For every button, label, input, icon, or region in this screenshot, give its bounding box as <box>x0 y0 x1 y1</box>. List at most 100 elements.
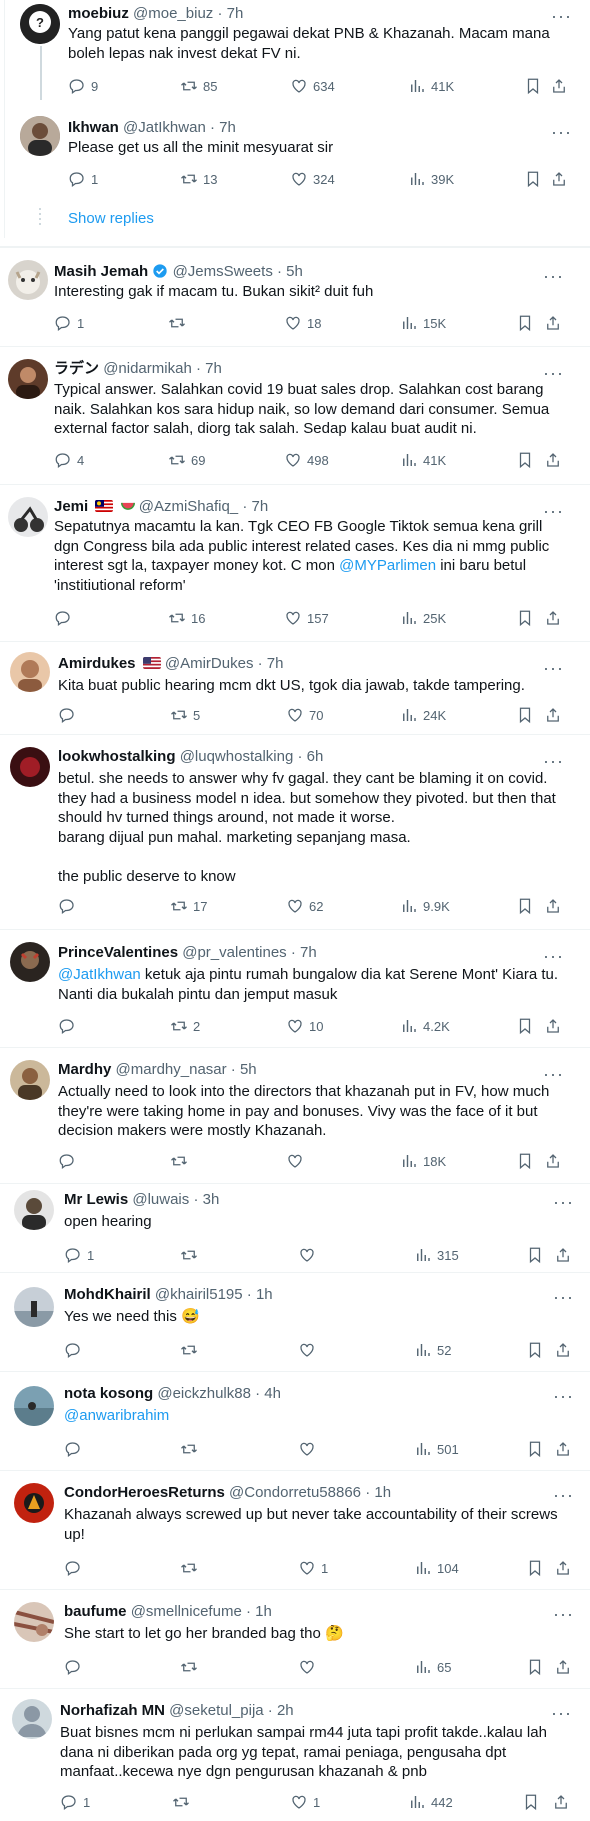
user-handle[interactable]: @Condorretu58866 <box>229 1484 361 1501</box>
avatar[interactable] <box>14 1483 54 1523</box>
reply-button[interactable] <box>64 1658 87 1676</box>
tweet[interactable]: Mardhy @mardhy_nasar · 5h ··· Actually n… <box>0 1048 590 1182</box>
timestamp[interactable]: · 7h <box>291 944 317 961</box>
share-button[interactable] <box>554 1440 572 1458</box>
retweet-button[interactable] <box>172 1793 195 1811</box>
views-button[interactable]: 25K <box>400 609 446 627</box>
mention-link[interactable]: @JatIkhwan <box>58 966 141 983</box>
tweet[interactable]: PrinceValentines @pr_valentines · 7h ···… <box>0 930 590 1046</box>
tweet[interactable]: CondorHeroesReturns @Condorretu58866 · 1… <box>0 1471 590 1589</box>
share-button[interactable] <box>554 1341 572 1359</box>
user-handle[interactable]: @JatIkhwan <box>123 119 206 136</box>
views-button[interactable]: 9.9K <box>400 897 450 915</box>
reply-button[interactable] <box>64 1341 87 1359</box>
avatar[interactable] <box>20 116 60 156</box>
display-name[interactable]: CondorHeroesReturns <box>64 1484 225 1501</box>
bookmark-button[interactable] <box>524 77 542 95</box>
reply-button[interactable] <box>54 609 77 627</box>
tweet[interactable]: nota kosong @eickzhulk88 · 4h ··· @anwar… <box>0 1372 590 1470</box>
like-button[interactable]: 70 <box>286 706 323 724</box>
views-button[interactable]: 41K <box>408 77 454 95</box>
reply-button[interactable]: 9 <box>68 77 98 95</box>
bookmark-button[interactable] <box>526 1341 544 1359</box>
bookmark-button[interactable] <box>526 1559 544 1577</box>
display-name[interactable]: Amirdukes <box>58 655 136 672</box>
retweet-button[interactable] <box>180 1440 203 1458</box>
views-button[interactable]: 15K <box>400 314 446 332</box>
tweet[interactable]: ? moebiuz @moe_biuz · 7h ··· Yang patut … <box>0 0 590 100</box>
bookmark-button[interactable] <box>524 170 542 188</box>
share-button[interactable] <box>544 314 562 332</box>
views-button[interactable]: 104 <box>414 1559 459 1577</box>
reply-button[interactable]: 1 <box>68 170 98 188</box>
reply-button[interactable] <box>64 1559 87 1577</box>
timestamp[interactable]: · 3h <box>193 1191 219 1208</box>
like-button[interactable]: 634 <box>290 77 335 95</box>
display-name[interactable]: MohdKhairil <box>64 1286 151 1303</box>
like-button[interactable]: 498 <box>284 451 329 469</box>
reply-button[interactable]: 1 <box>64 1246 94 1264</box>
avatar[interactable] <box>8 497 48 537</box>
tweet[interactable]: Jemi @AzmiShafiq_ · 7h ··· Sepatutnya ma… <box>0 485 590 639</box>
bookmark-button[interactable] <box>516 1152 534 1170</box>
views-button[interactable]: 18K <box>400 1152 446 1170</box>
retweet-button[interactable] <box>180 1246 203 1264</box>
display-name[interactable]: Jemi <box>54 498 88 515</box>
share-button[interactable] <box>544 451 562 469</box>
timestamp[interactable]: · 7h <box>242 498 268 515</box>
bookmark-button[interactable] <box>526 1440 544 1458</box>
avatar[interactable] <box>10 942 50 982</box>
like-button[interactable]: 1 <box>298 1559 328 1577</box>
bookmark-button[interactable] <box>526 1246 544 1264</box>
views-button[interactable]: 52 <box>414 1341 451 1359</box>
like-button[interactable] <box>298 1246 321 1264</box>
reply-button[interactable]: 4 <box>54 451 84 469</box>
share-button[interactable] <box>544 1152 562 1170</box>
display-name[interactable]: nota kosong <box>64 1385 153 1402</box>
reply-button[interactable] <box>58 706 81 724</box>
share-button[interactable] <box>544 897 562 915</box>
avatar[interactable] <box>10 652 50 692</box>
like-button[interactable]: 157 <box>284 609 329 627</box>
tweet[interactable]: baufume @smellnicefume · 1h ··· She star… <box>0 1590 590 1688</box>
display-name[interactable]: PrinceValentines <box>58 944 178 961</box>
reply-button[interactable] <box>64 1440 87 1458</box>
more-options-icon[interactable]: ··· <box>553 1288 574 1306</box>
retweet-button[interactable]: 2 <box>170 1017 200 1035</box>
share-button[interactable] <box>552 1793 570 1811</box>
reply-button[interactable] <box>58 897 81 915</box>
tweet[interactable]: lookwhostalking @luqwhostalking · 6h ···… <box>0 735 590 927</box>
display-name[interactable]: Norhafizah MN <box>60 1702 165 1719</box>
tweet[interactable]: Norhafizah MN @seketul_pija · 2h ··· Bua… <box>0 1689 590 1821</box>
user-handle[interactable]: @AzmiShafiq_ <box>139 498 238 515</box>
views-button[interactable]: 501 <box>414 1440 459 1458</box>
user-handle[interactable]: @moe_biuz <box>133 5 213 22</box>
user-handle[interactable]: @pr_valentines <box>182 944 286 961</box>
tweet[interactable]: Mr Lewis @luwais · 3h ··· open hearing 1… <box>0 1184 590 1274</box>
views-button[interactable]: 24K <box>400 706 446 724</box>
avatar[interactable] <box>10 747 50 787</box>
more-options-icon[interactable]: ··· <box>543 364 564 382</box>
bookmark-button[interactable] <box>526 1658 544 1676</box>
more-options-icon[interactable]: ··· <box>553 1486 574 1504</box>
display-name[interactable]: Ikhwan <box>68 119 119 136</box>
more-options-icon[interactable]: ··· <box>553 1387 574 1405</box>
like-button[interactable] <box>298 1658 321 1676</box>
display-name[interactable]: baufume <box>64 1603 127 1620</box>
avatar[interactable] <box>14 1386 54 1426</box>
share-button[interactable] <box>554 1246 572 1264</box>
display-name[interactable]: Masih Jemah <box>54 263 148 280</box>
user-handle[interactable]: @seketul_pija <box>169 1702 263 1719</box>
mention-link[interactable]: @anwaribrahim <box>64 1407 169 1424</box>
avatar[interactable] <box>14 1287 54 1327</box>
timestamp[interactable]: · 5h <box>231 1061 257 1078</box>
views-button[interactable]: 4.2K <box>400 1017 450 1035</box>
user-handle[interactable]: @mardhy_nasar <box>116 1061 227 1078</box>
mention-link[interactable]: @MYParlimen <box>339 557 436 574</box>
timestamp[interactable]: · 7h <box>196 360 222 377</box>
retweet-button[interactable]: 85 <box>180 77 217 95</box>
retweet-button[interactable] <box>180 1341 203 1359</box>
more-options-icon[interactable]: ··· <box>543 752 564 770</box>
retweet-button[interactable]: 17 <box>170 897 207 915</box>
user-handle[interactable]: @luwais <box>132 1191 189 1208</box>
